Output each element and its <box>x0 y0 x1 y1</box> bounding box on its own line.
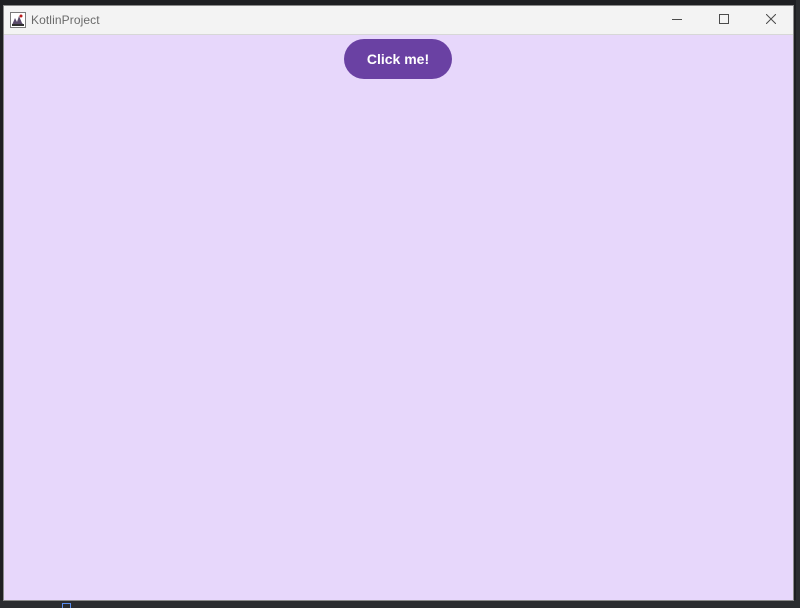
app-window: KotlinProject Click me! <box>3 5 794 601</box>
close-icon <box>765 11 777 29</box>
app-icon <box>10 12 26 28</box>
window-title: KotlinProject <box>31 13 100 27</box>
window-titlebar[interactable]: KotlinProject <box>4 6 793 35</box>
background-window-bottom-edge <box>0 600 800 608</box>
click-me-button[interactable]: Click me! <box>344 39 452 79</box>
maximize-button[interactable] <box>701 6 747 34</box>
background-window-edge <box>796 0 800 608</box>
minimize-button[interactable] <box>654 6 700 34</box>
minimize-icon <box>672 11 682 29</box>
main-content: Click me! <box>4 35 793 600</box>
close-button[interactable] <box>748 6 793 34</box>
background-checkbox-fragment <box>62 603 71 608</box>
maximize-icon <box>719 11 729 29</box>
